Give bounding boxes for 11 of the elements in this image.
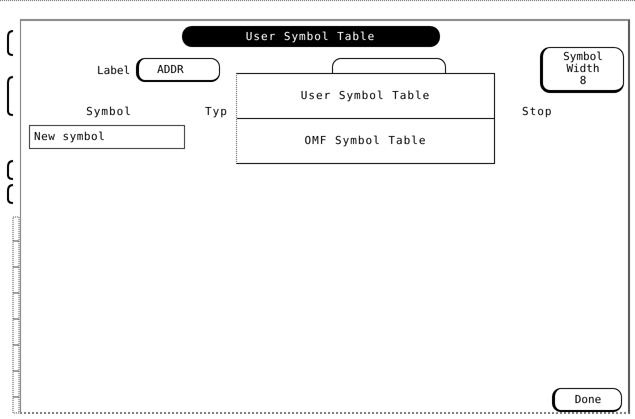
symbol-width-button[interactable]: Symbol Width 8: [540, 47, 624, 93]
done-button[interactable]: Done: [552, 388, 622, 412]
label-button[interactable]: ADDR: [136, 58, 220, 82]
menu-item[interactable]: User Symbol Table: [237, 74, 494, 118]
column-header: Typ: [204, 105, 229, 118]
column-header: Symbol: [85, 105, 133, 118]
dialog-title: User Symbol Table: [182, 26, 440, 47]
symbol-field[interactable]: New symbol: [29, 125, 185, 149]
label-caption: Label: [97, 64, 130, 76]
menu-item[interactable]: OMF Symbol Table: [237, 118, 494, 163]
column-header: Stop: [522, 105, 554, 118]
